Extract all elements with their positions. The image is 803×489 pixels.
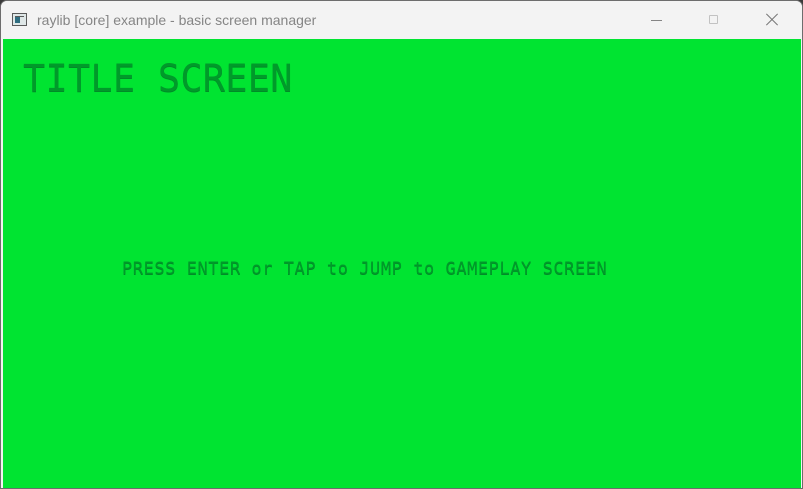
close-button[interactable] (743, 1, 801, 39)
minimize-icon (651, 20, 662, 21)
screen-title: TITLE SCREEN (23, 57, 293, 100)
minimize-button[interactable] (628, 1, 686, 39)
screen-instruction: PRESS ENTER or TAP to JUMP to GAMEPLAY S… (122, 259, 608, 279)
game-screen[interactable]: TITLE SCREEN PRESS ENTER or TAP to JUMP … (3, 39, 801, 488)
application-window: raylib [core] example - basic screen man… (0, 0, 803, 489)
window-title: raylib [core] example - basic screen man… (37, 12, 317, 28)
raylib-window-icon (12, 13, 27, 26)
close-icon (766, 14, 778, 26)
window-titlebar[interactable]: raylib [core] example - basic screen man… (1, 1, 802, 39)
maximize-icon (709, 15, 718, 24)
maximize-button[interactable] (685, 1, 743, 39)
